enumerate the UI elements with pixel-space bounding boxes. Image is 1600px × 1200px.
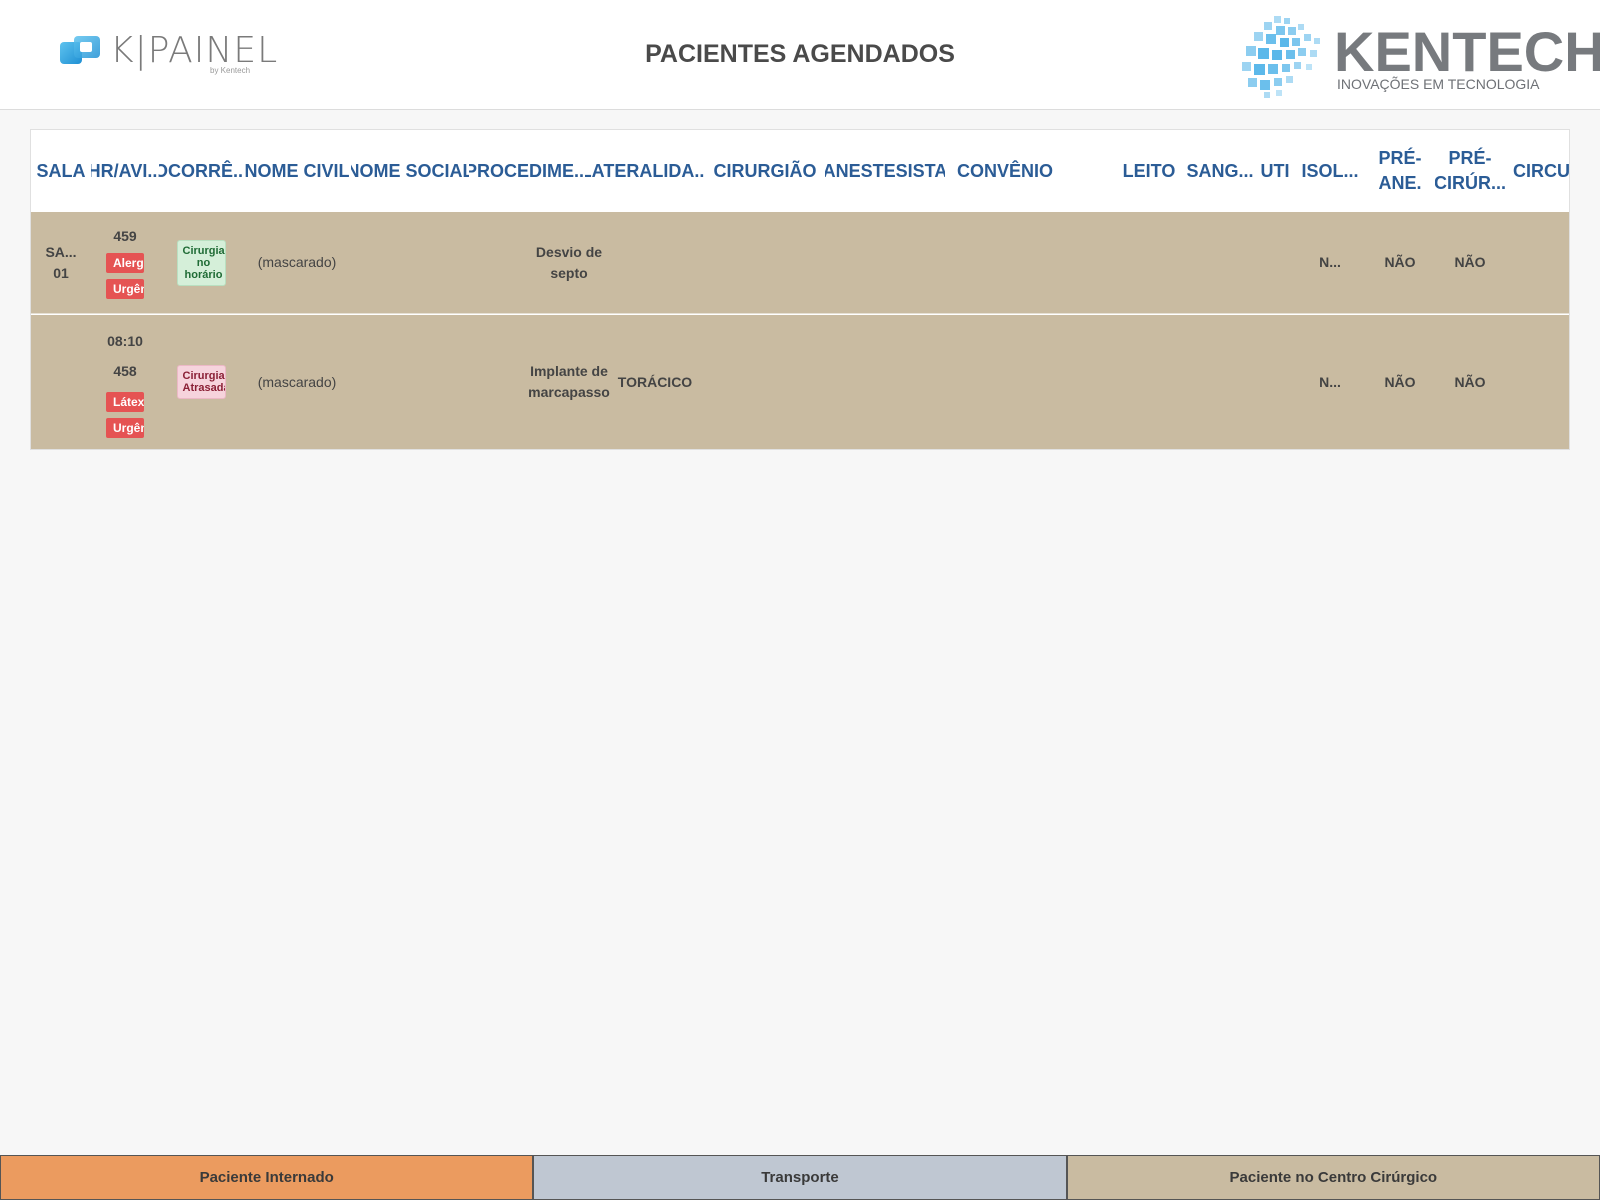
cell-isolamento: N... bbox=[1319, 373, 1341, 390]
status-legend: Paciente Internado Transporte Paciente n… bbox=[0, 1155, 1600, 1200]
kentech-logo-tagline: INOVAÇÕES EM TECNOLOGIA bbox=[1337, 76, 1540, 92]
cell-pre-cirurgico: NÃO bbox=[1454, 373, 1486, 390]
cell-nome-social bbox=[351, 315, 469, 449]
alert-badge: Látex bbox=[106, 392, 144, 412]
aviso-number: 458 bbox=[113, 363, 137, 379]
cell-pre-anestesico: NÃO bbox=[1384, 373, 1416, 390]
alert-badge: Alergia bbox=[106, 253, 144, 273]
column-header-ocorrencia[interactable]: OCORRÊ... bbox=[159, 130, 243, 212]
column-header-nome-social[interactable]: NOME SOCIAL bbox=[351, 130, 469, 212]
patients-table: SALA HR/AVI... OCORRÊ... NOME CIVIL NOME… bbox=[30, 129, 1570, 450]
app-header: K|PAINEL by Kentech PACIENTES AGENDADOS bbox=[0, 0, 1600, 110]
occurrence-badge: Cirurgia no horário bbox=[176, 239, 226, 286]
cell-nome-civil: (mascarado) bbox=[257, 254, 337, 270]
alert-badge: Urgência bbox=[106, 279, 144, 299]
hora-value: 08:10 bbox=[107, 333, 143, 349]
column-header-procedimento[interactable]: PROCEDIME... bbox=[469, 130, 585, 212]
cell-sala: SA... 01 bbox=[31, 212, 91, 313]
cell-pre-cirurgico: NÃO bbox=[1454, 254, 1486, 270]
aviso-number: 459 bbox=[113, 228, 137, 244]
legend-transporte: Transporte bbox=[533, 1155, 1067, 1200]
occurrence-badge: Cirurgia Atrasada bbox=[176, 365, 226, 399]
column-header-circulante[interactable]: CIRCU bbox=[1505, 130, 1569, 212]
column-header-pre-cirurgico[interactable]: PRÉ-CIRÚR... bbox=[1435, 130, 1505, 212]
sala-number: 01 bbox=[53, 264, 69, 281]
column-header-convenio[interactable]: CONVÊNIO bbox=[945, 130, 1065, 212]
cell-hora-aviso: 08:10 458 Látex Urgência bbox=[91, 315, 159, 449]
column-header-lateralidade[interactable]: LATERALIDA... bbox=[585, 130, 705, 212]
cell-hora-aviso: 459 Alergia Urgência bbox=[91, 212, 159, 313]
column-header-pre-anestesico[interactable]: PRÉ-ANE. bbox=[1365, 130, 1435, 212]
cell-lateralidade: TORÁCICO bbox=[617, 373, 693, 390]
column-header-sala[interactable]: SALA bbox=[31, 130, 91, 212]
legend-paciente-internado: Paciente Internado bbox=[0, 1155, 534, 1200]
cell-ocorrencia: Cirurgia Atrasada bbox=[159, 315, 243, 449]
alert-badge: Urgência bbox=[106, 418, 144, 438]
table-row[interactable]: SA... 01 459 Alergia Urgência Cirurgia n… bbox=[31, 212, 1569, 314]
cell-ocorrencia: Cirurgia no horário bbox=[159, 212, 243, 313]
kentech-mosaic-icon bbox=[1242, 16, 1320, 98]
cell-sala bbox=[31, 315, 91, 449]
column-header-nome-civil[interactable]: NOME CIVIL bbox=[243, 130, 351, 212]
sala-name: SA... bbox=[45, 243, 77, 260]
column-header-hora-aviso[interactable]: HR/AVI... bbox=[91, 130, 159, 212]
column-header-anestesista[interactable]: ANESTESISTA bbox=[825, 130, 945, 212]
cell-nome-civil: (mascarado) bbox=[257, 373, 337, 390]
cell-lateralidade bbox=[585, 212, 705, 313]
cell-isolamento: N... bbox=[1319, 254, 1341, 270]
column-header-sangue[interactable]: SANG... bbox=[1185, 130, 1255, 212]
column-header-uti[interactable]: UTI bbox=[1255, 130, 1295, 212]
table-header-row: SALA HR/AVI... OCORRÊ... NOME CIVIL NOME… bbox=[31, 130, 1569, 212]
cell-nome-social bbox=[351, 212, 469, 313]
cell-pre-anestesico: NÃO bbox=[1384, 254, 1416, 270]
kentech-logo-name: KENTECH bbox=[1334, 20, 1600, 83]
table-row[interactable]: 08:10 458 Látex Urgência Cirurgia Atrasa… bbox=[31, 315, 1569, 449]
column-header-cirurgiao[interactable]: CIRURGIÃO bbox=[705, 130, 825, 212]
column-header-isolamento[interactable]: ISOL... bbox=[1295, 130, 1365, 212]
legend-centro-cirurgico: Paciente no Centro Cirúrgico bbox=[1066, 1155, 1600, 1200]
kentech-logo: KENTECH INOVAÇÕES EM TECNOLOGIA bbox=[1240, 12, 1600, 100]
